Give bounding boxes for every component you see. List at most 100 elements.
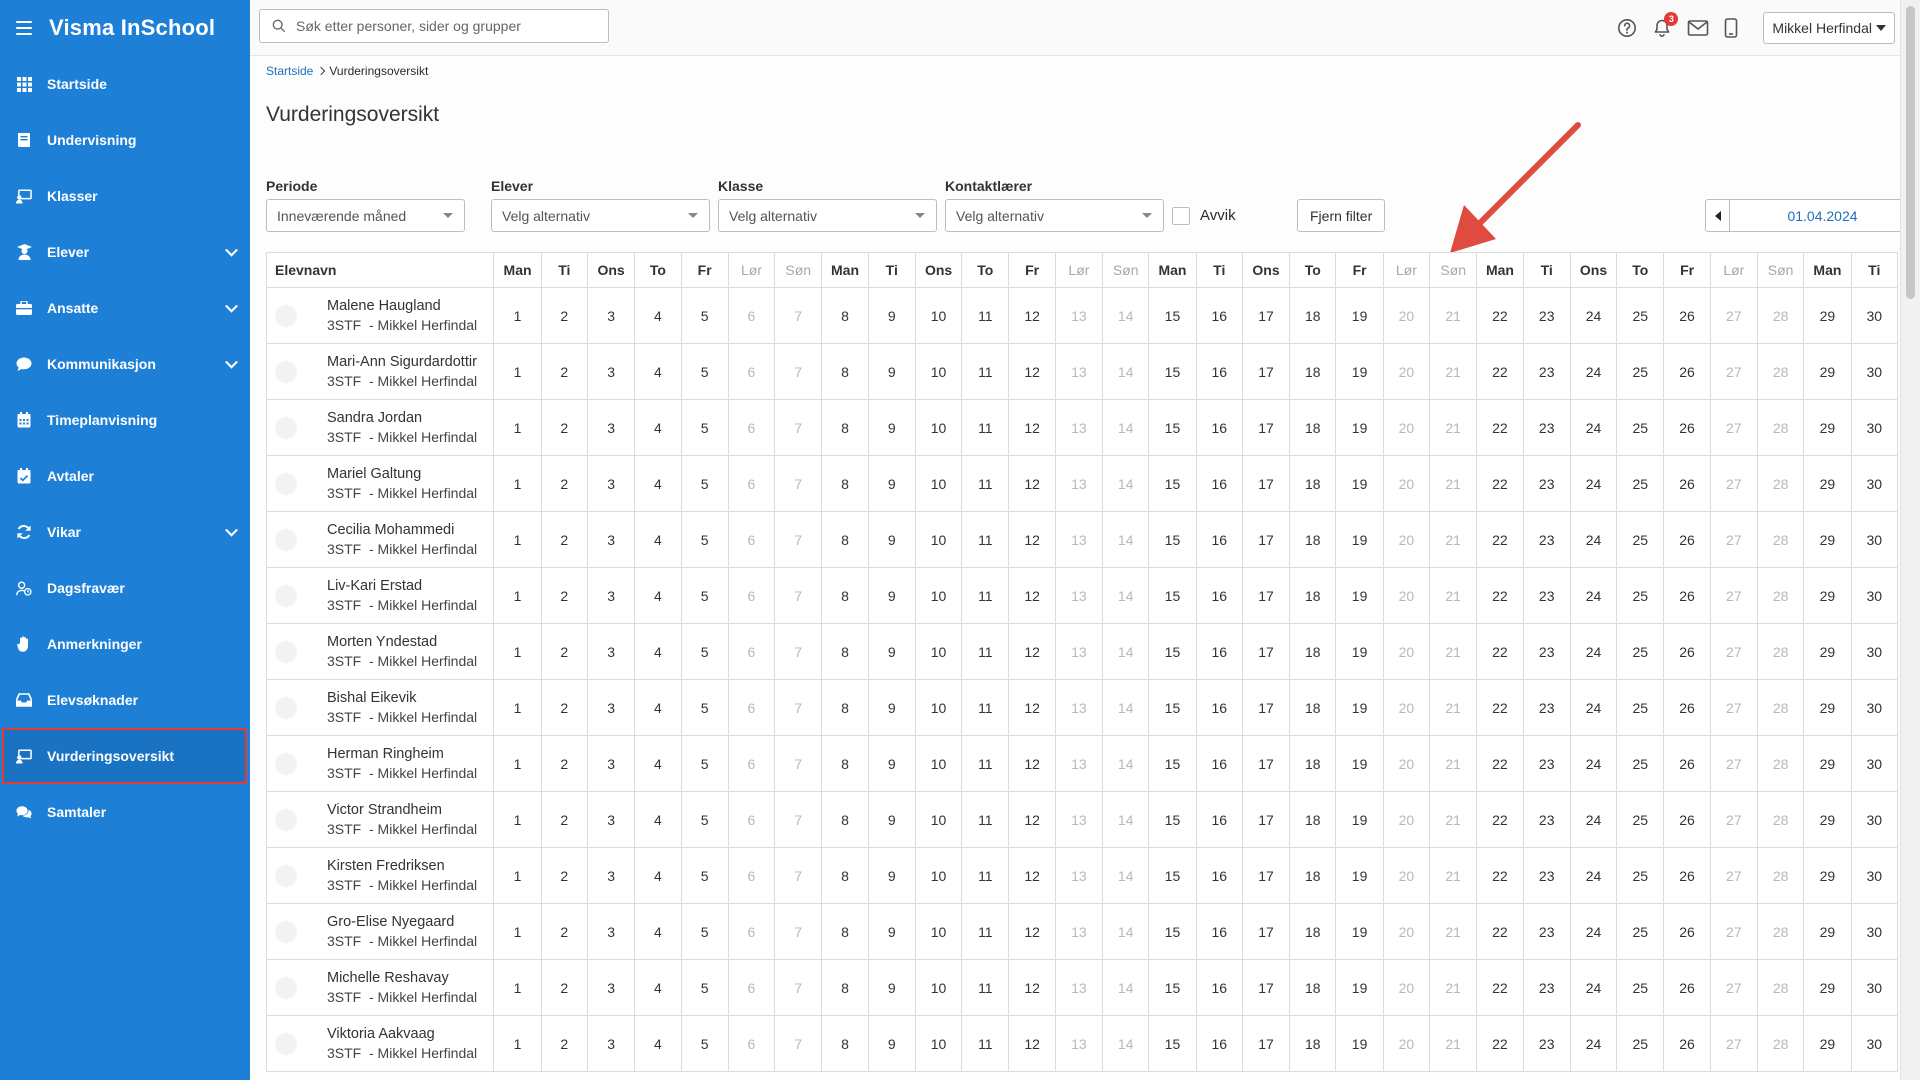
day-cell[interactable]: 21 — [1429, 903, 1478, 960]
day-cell[interactable]: 7 — [774, 567, 823, 624]
day-cell[interactable]: 20 — [1382, 791, 1431, 848]
day-cell[interactable]: 20 — [1382, 903, 1431, 960]
day-cell[interactable]: 22 — [1476, 511, 1524, 568]
day-cell[interactable]: 20 — [1382, 847, 1431, 904]
student-name[interactable]: Herman Ringheim — [327, 745, 477, 764]
day-cell[interactable]: 12 — [1008, 847, 1056, 904]
day-cell[interactable]: 11 — [961, 623, 1010, 680]
day-cell[interactable]: 27 — [1709, 1015, 1758, 1072]
day-cell[interactable]: 30 — [1850, 399, 1898, 456]
sidebar-item-dagsfravaer[interactable]: Dagsfravær — [0, 560, 250, 616]
day-cell[interactable]: 12 — [1008, 959, 1056, 1016]
day-cell[interactable]: 18 — [1289, 511, 1337, 568]
day-cell[interactable]: 10 — [914, 567, 963, 624]
day-cell[interactable]: 21 — [1429, 847, 1478, 904]
day-cell[interactable]: 28 — [1756, 959, 1805, 1016]
day-cell[interactable]: 9 — [867, 343, 916, 400]
day-cell[interactable]: 14 — [1102, 623, 1150, 680]
sidebar-item-ansatte[interactable]: Ansatte — [0, 280, 250, 336]
day-cell[interactable]: 30 — [1850, 455, 1898, 512]
day-cell[interactable]: 30 — [1850, 735, 1898, 792]
day-cell[interactable]: 25 — [1616, 623, 1665, 680]
day-cell[interactable]: 24 — [1569, 287, 1618, 344]
day-cell[interactable]: 11 — [961, 567, 1010, 624]
day-cell[interactable]: 15 — [1148, 567, 1197, 624]
sidebar-item-vurderingsoversikt[interactable]: Vurderingsoversikt — [2, 728, 247, 784]
clear-filter-button[interactable]: Fjern filter — [1297, 199, 1386, 232]
avvik-filter[interactable]: Avvik — [1172, 199, 1236, 232]
day-cell[interactable]: 23 — [1522, 791, 1571, 848]
day-cell[interactable]: 27 — [1709, 567, 1758, 624]
day-cell[interactable]: 13 — [1054, 399, 1104, 456]
day-cell[interactable]: 3 — [586, 959, 636, 1016]
day-cell[interactable]: 23 — [1522, 623, 1571, 680]
day-cell[interactable]: 7 — [774, 959, 823, 1016]
day-cell[interactable]: 26 — [1663, 567, 1711, 624]
sidebar-item-anmerkninger[interactable]: Anmerkninger — [0, 616, 250, 672]
avvik-checkbox[interactable] — [1172, 206, 1190, 225]
day-cell[interactable]: 19 — [1335, 1015, 1384, 1072]
day-cell[interactable]: 17 — [1241, 623, 1291, 680]
day-cell[interactable]: 25 — [1616, 679, 1665, 736]
mobile-icon[interactable] — [1724, 18, 1738, 38]
day-cell[interactable]: 5 — [680, 1015, 729, 1072]
day-cell[interactable]: 7 — [774, 791, 823, 848]
day-cell[interactable]: 17 — [1241, 959, 1291, 1016]
day-cell[interactable]: 11 — [961, 903, 1010, 960]
day-cell[interactable]: 9 — [867, 959, 916, 1016]
day-cell[interactable]: 12 — [1008, 287, 1056, 344]
day-cell[interactable]: 25 — [1616, 847, 1665, 904]
day-cell[interactable]: 2 — [540, 735, 588, 792]
day-cell[interactable]: 26 — [1663, 623, 1711, 680]
day-cell[interactable]: 3 — [586, 511, 636, 568]
day-cell[interactable]: 30 — [1850, 287, 1898, 344]
day-cell[interactable]: 22 — [1476, 399, 1524, 456]
day-cell[interactable]: 16 — [1195, 847, 1243, 904]
day-cell[interactable]: 5 — [680, 791, 729, 848]
day-cell[interactable]: 13 — [1054, 1015, 1104, 1072]
day-cell[interactable]: 19 — [1335, 679, 1384, 736]
day-cell[interactable]: 17 — [1241, 735, 1291, 792]
day-cell[interactable]: 19 — [1335, 567, 1384, 624]
day-cell[interactable]: 17 — [1241, 1015, 1291, 1072]
day-cell[interactable]: 7 — [774, 903, 823, 960]
day-cell[interactable]: 26 — [1663, 791, 1711, 848]
day-cell[interactable]: 9 — [867, 735, 916, 792]
day-cell[interactable]: 18 — [1289, 399, 1337, 456]
day-cell[interactable]: 2 — [540, 287, 588, 344]
day-cell[interactable]: 4 — [634, 399, 682, 456]
day-cell[interactable]: 3 — [586, 455, 636, 512]
day-cell[interactable]: 28 — [1756, 735, 1805, 792]
day-cell[interactable]: 12 — [1008, 623, 1056, 680]
day-cell[interactable]: 1 — [493, 399, 542, 456]
day-cell[interactable]: 2 — [540, 847, 588, 904]
day-cell[interactable]: 2 — [540, 623, 588, 680]
day-cell[interactable]: 29 — [1803, 623, 1852, 680]
sidebar-item-elevsoknader[interactable]: Elevsøknader — [0, 672, 250, 728]
day-cell[interactable]: 8 — [821, 679, 869, 736]
day-cell[interactable]: 19 — [1335, 791, 1384, 848]
sidebar-item-avtaler[interactable]: Avtaler — [0, 448, 250, 504]
day-cell[interactable]: 7 — [774, 343, 823, 400]
day-cell[interactable]: 17 — [1241, 679, 1291, 736]
day-cell[interactable]: 8 — [821, 735, 869, 792]
day-cell[interactable]: 10 — [914, 1015, 963, 1072]
day-cell[interactable]: 20 — [1382, 287, 1431, 344]
student-name[interactable]: Gro-Elise Nyegaard — [327, 913, 477, 932]
day-cell[interactable]: 28 — [1756, 1015, 1805, 1072]
day-cell[interactable]: 26 — [1663, 399, 1711, 456]
day-cell[interactable]: 29 — [1803, 959, 1852, 1016]
day-cell[interactable]: 3 — [586, 791, 636, 848]
day-cell[interactable]: 30 — [1850, 847, 1898, 904]
day-cell[interactable]: 15 — [1148, 343, 1197, 400]
day-cell[interactable]: 22 — [1476, 455, 1524, 512]
day-cell[interactable]: 7 — [774, 455, 823, 512]
day-cell[interactable]: 19 — [1335, 847, 1384, 904]
day-cell[interactable]: 5 — [680, 847, 729, 904]
day-cell[interactable]: 24 — [1569, 567, 1618, 624]
day-cell[interactable]: 17 — [1241, 343, 1291, 400]
day-cell[interactable]: 25 — [1616, 567, 1665, 624]
sidebar-item-startside[interactable]: Startside — [0, 56, 250, 112]
day-cell[interactable]: 5 — [680, 959, 729, 1016]
day-cell[interactable]: 27 — [1709, 959, 1758, 1016]
